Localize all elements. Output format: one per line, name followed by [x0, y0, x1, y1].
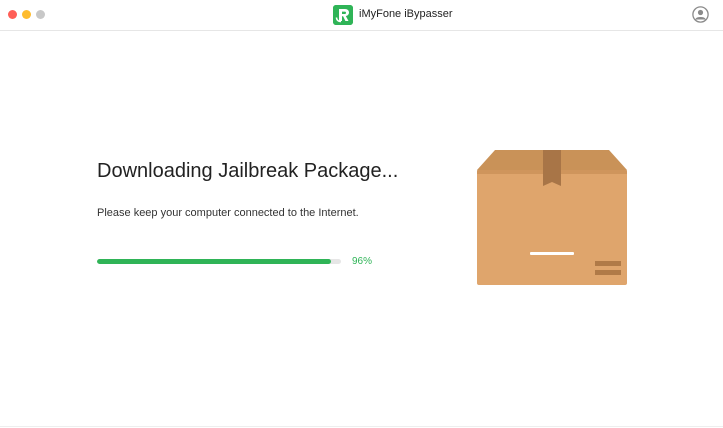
maximize-window-button[interactable]: [36, 10, 45, 19]
account-icon-svg: [692, 6, 709, 23]
app-title: iMyFone iBypasser: [359, 8, 453, 20]
download-progress-label: 96%: [352, 256, 373, 267]
download-progress-bar: [97, 259, 341, 264]
package-box-illustration: [477, 150, 627, 285]
connection-notice: Please keep your computer connected to t…: [97, 207, 359, 219]
package-box-icon: [477, 150, 627, 285]
download-progress-fill: [97, 259, 332, 264]
app-logo-icon: [333, 5, 353, 25]
close-window-button[interactable]: [8, 10, 17, 19]
account-icon[interactable]: [692, 6, 709, 23]
page-title: Downloading Jailbreak Package...: [97, 160, 399, 182]
app-logo-icon-svg: [333, 5, 353, 25]
title-bar: iMyFone iBypasser: [0, 0, 723, 31]
minimize-window-button[interactable]: [22, 10, 31, 19]
bottom-divider: [0, 426, 723, 427]
app-window: iMyFone iBypasser Downloading Jailbreak …: [0, 0, 723, 428]
